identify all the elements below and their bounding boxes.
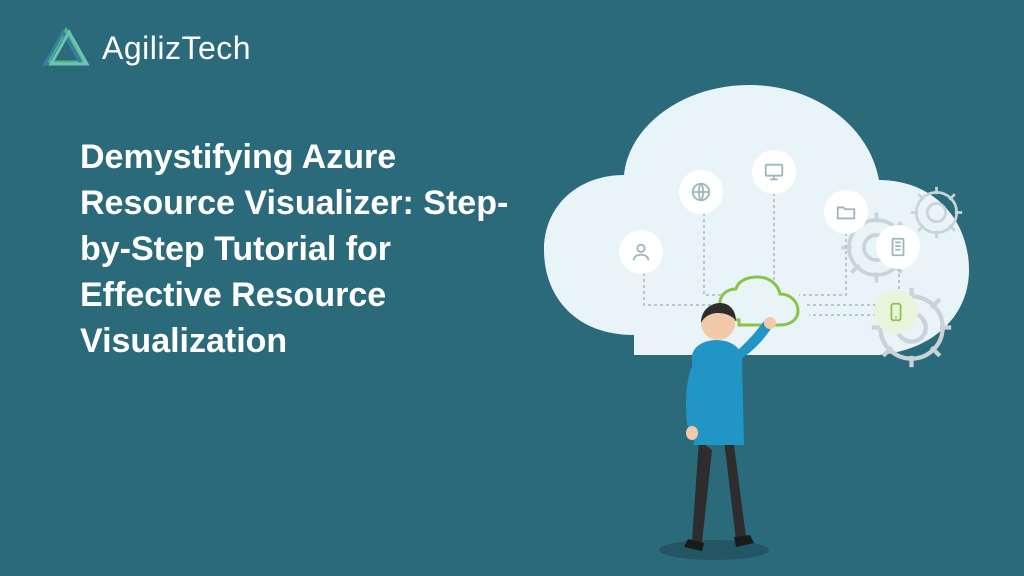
- person-illustration: [644, 285, 794, 565]
- server-icon: [876, 225, 920, 269]
- folder-icon: [824, 190, 868, 234]
- globe-icon: [679, 170, 723, 214]
- brand-logo: AgilizTech: [42, 24, 251, 72]
- person-icon: [619, 230, 663, 274]
- hero-illustration: [514, 65, 994, 525]
- logo-triangle-icon: [42, 24, 90, 72]
- gear-icon: [909, 185, 964, 240]
- page-headline: Demystifying Azure Resource Visualizer: …: [80, 135, 520, 364]
- monitor-icon: [752, 150, 796, 194]
- mobile-icon: [874, 290, 918, 334]
- brand-name: AgilizTech: [102, 30, 251, 67]
